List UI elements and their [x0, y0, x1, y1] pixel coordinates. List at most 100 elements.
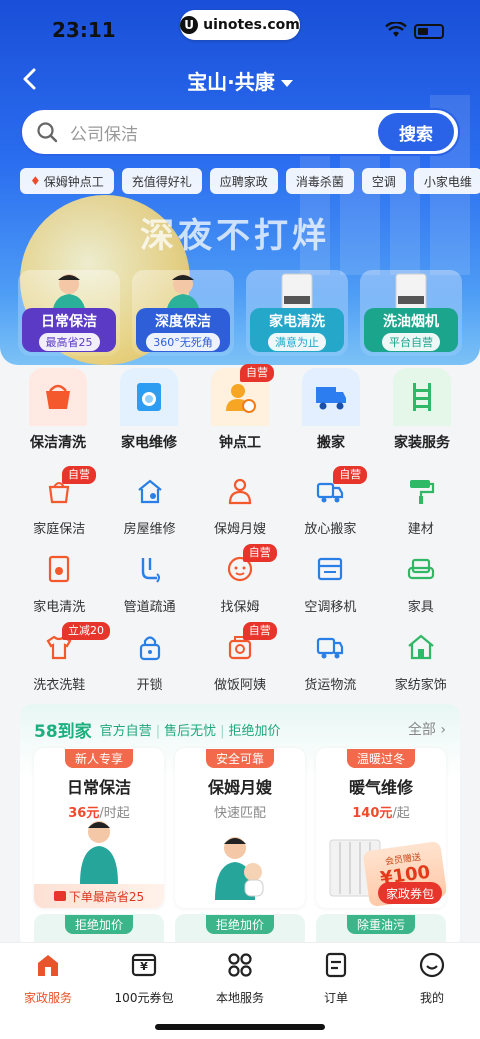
category-icon-box: [302, 368, 360, 426]
status-bar: 23:11 U uinotes.com: [0, 0, 480, 60]
tab-bar: 家政服务 ¥ 100元券包 本地服务 订单 我的: [0, 942, 480, 1039]
promo-cards: 新人专享 日常保洁 36元/时起 下单最高省25 安全可靠 保姆月嫂 快速匹配: [34, 748, 446, 908]
tab-coupon-pack[interactable]: ¥ 100元券包: [96, 951, 192, 1007]
quick-tag[interactable]: 小家电维: [413, 168, 480, 194]
service-title: 日常保洁: [41, 314, 97, 330]
sub-category-item[interactable]: 房屋维修: [104, 474, 194, 537]
sub-category-item[interactable]: 开锁: [104, 630, 194, 693]
service-sub: 360°无死角: [146, 333, 220, 351]
quick-tags: ♦ 保姆钟点工 充值得好礼 应聘家政 消毒杀菌 空调 小家电维: [20, 168, 480, 194]
quick-tag[interactable]: 充值得好礼: [121, 168, 202, 194]
sub-category-item[interactable]: 找保姆 自营: [195, 544, 285, 615]
sub-category-item[interactable]: 家具: [376, 552, 466, 615]
nanny-icon: [228, 478, 252, 505]
coupon-small-icon: [53, 891, 66, 901]
sub-category-item[interactable]: 做饭阿姨 自营: [195, 622, 285, 693]
quick-tag[interactable]: 消毒杀菌: [285, 168, 354, 194]
hero-header: 23:11 U uinotes.com 宝山·共康 公司保洁 搜索 ♦ 保姆钟点工…: [0, 0, 480, 365]
category-icon-box: [393, 368, 451, 426]
promo-tag: 官方自营: [99, 723, 152, 739]
category-label: 钟点工: [219, 435, 261, 451]
promo-ribbon: 安全可靠: [205, 749, 274, 768]
coupon-pack-button[interactable]: 家政券包: [377, 882, 442, 904]
banner-service-card[interactable]: 家电清洗 满意为止: [246, 270, 348, 356]
cleaner-illustration: [80, 821, 118, 884]
main-categories: 保洁清洗 家电维修 钟点工 自营 搬家 家装服务: [18, 364, 462, 460]
pipe-icon: [141, 558, 160, 583]
promo-card-cleaning[interactable]: 新人专享 日常保洁 36元/时起 下单最高省25: [34, 748, 164, 908]
banner-service-card[interactable]: 洗油烟机 平台自营: [360, 270, 462, 356]
city-silhouette: [390, 135, 420, 275]
search-bar[interactable]: 公司保洁 搜索: [20, 108, 460, 156]
promo-card-heating[interactable]: 温暖过冬 暖气维修 140元/起 会员赠送 ¥100 家政券包: [316, 748, 446, 908]
promo-card-nanny[interactable]: 安全可靠 保姆月嫂 快速匹配: [175, 748, 305, 908]
promo-header: 58到家 官方自营 | 售后无忧 | 拒绝加价 全部 ›: [34, 716, 446, 742]
sub-category-item[interactable]: 空调移机: [285, 552, 375, 615]
category-icon-box: [29, 368, 87, 426]
price-unit: /起: [392, 806, 410, 821]
tab-label: 订单: [323, 991, 348, 1005]
main-category-item[interactable]: 家电维修: [109, 368, 189, 460]
banner-service-card[interactable]: 深度保洁 360°无死角: [132, 270, 234, 356]
truck-icon: [316, 387, 346, 410]
main-category-item[interactable]: 家装服务: [382, 368, 462, 460]
sub-category-item[interactable]: 家电清洗: [14, 552, 104, 615]
main-category-item[interactable]: 钟点工 自营: [200, 364, 280, 460]
sub-category-label: 货运物流: [304, 678, 357, 693]
tab-label: 100元券包: [114, 991, 174, 1005]
smile-icon: [419, 952, 445, 978]
paint-roller-icon: [409, 480, 434, 504]
sub-category-item[interactable]: 家庭保洁 自营: [14, 466, 104, 537]
nanny-baby-illustration: [215, 837, 264, 900]
search-input[interactable]: 公司保洁: [70, 120, 378, 145]
category-badge: 自营: [62, 466, 96, 484]
sub-category-label: 洗衣洗鞋: [33, 678, 86, 693]
promo-brand: 58到家: [34, 721, 92, 742]
sub-category-label: 空调移机: [304, 600, 357, 615]
main-category-item[interactable]: 搬家: [291, 368, 371, 460]
sub-category-item[interactable]: 建材: [376, 474, 466, 537]
promo-more-label: 全部: [407, 722, 436, 738]
washer-icon: [137, 383, 161, 411]
quick-tag[interactable]: 应聘家政: [209, 168, 278, 194]
search-button[interactable]: 搜索: [378, 113, 454, 151]
cargo-truck-icon: [317, 637, 344, 659]
sub-category-item[interactable]: 放心搬家 自营: [285, 466, 375, 537]
sub-category-label: 保姆月嫂: [213, 522, 266, 537]
sub-category-item[interactable]: 管道疏通: [104, 552, 194, 615]
sub-category-item[interactable]: 保姆月嫂: [195, 474, 285, 537]
tab-label: 家政服务: [23, 991, 72, 1005]
sub-category-grid: 家庭保洁 自营 房屋维修 保姆月嫂 放心搬家 自营 建材 家电清洗 管道疏通 找保姆 自营 空调移机家…: [14, 466, 466, 693]
sub-category-item[interactable]: 货运物流: [285, 630, 375, 693]
tab-mine[interactable]: 我的: [384, 951, 480, 1007]
sub-category-item[interactable]: 家纺家饰: [376, 630, 466, 693]
air-conditioner-icon: [318, 557, 343, 581]
service-label: 日常保洁 最高省25: [22, 308, 116, 352]
grid-icon: [228, 953, 252, 977]
promo-ribbon: 除重油污: [346, 915, 415, 934]
quick-tag[interactable]: 空调: [361, 168, 406, 194]
sub-category-label: 管道疏通: [123, 600, 176, 615]
category-badge: 自营: [242, 622, 277, 640]
site-pill: U uinotes.com: [180, 10, 300, 40]
location-selector[interactable]: 宝山·共康: [0, 66, 480, 95]
tab-home-service[interactable]: 家政服务: [0, 951, 96, 1007]
sub-category-label: 找保姆: [220, 600, 260, 615]
category-badge: 立减20: [62, 622, 110, 640]
promo-tagline: 官方自营 | 售后无忧 | 拒绝加价: [100, 720, 281, 739]
battery-icon: [414, 24, 444, 39]
promo-more-link[interactable]: 全部 ›: [408, 719, 446, 739]
tab-label: 本地服务: [215, 991, 264, 1005]
quick-tag[interactable]: ♦ 保姆钟点工: [20, 168, 114, 194]
svg-text:¥: ¥: [140, 960, 148, 973]
main-category-item[interactable]: 保洁清洗: [18, 368, 98, 460]
category-label: 家电维修: [121, 435, 177, 451]
promo-tag: 拒绝加价: [228, 723, 281, 739]
tab-orders[interactable]: 订单: [288, 951, 384, 1007]
service-label: 洗油烟机 平台自营: [364, 308, 458, 352]
banner-service-card[interactable]: 日常保洁 最高省25: [18, 270, 120, 356]
promo-title: 保姆月嫂: [207, 778, 272, 797]
sub-category-item[interactable]: 洗衣洗鞋 立减20: [14, 622, 110, 693]
category-label: 保洁清洗: [30, 435, 86, 451]
tab-local-service[interactable]: 本地服务: [192, 951, 288, 1007]
